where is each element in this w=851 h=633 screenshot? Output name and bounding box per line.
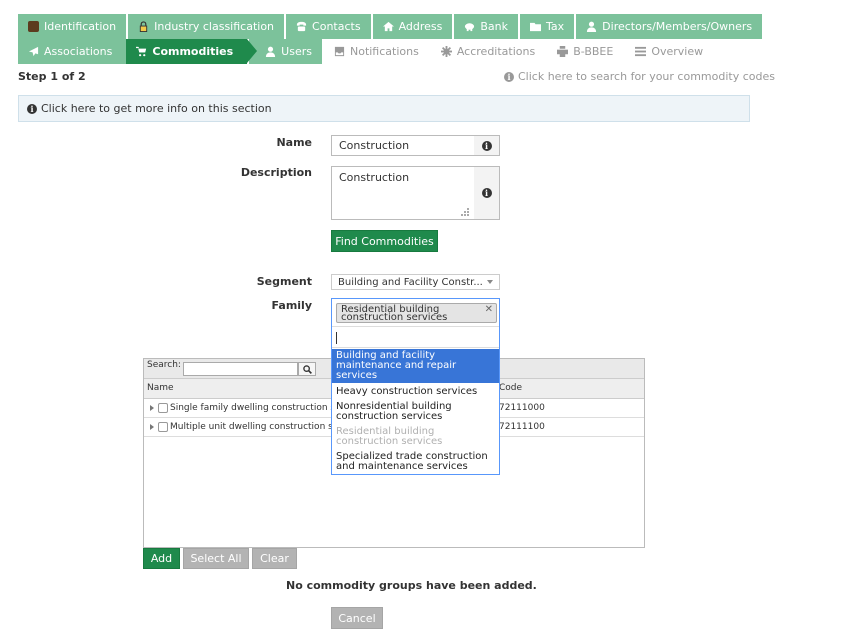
family-option[interactable]: Nonresidential building construction ser… bbox=[332, 400, 499, 424]
name-input[interactable]: Construction bbox=[331, 135, 475, 156]
plane-icon bbox=[28, 46, 39, 57]
empty-state-message: No commodity groups have been added. bbox=[286, 579, 537, 592]
tab-bank[interactable]: Bank bbox=[454, 14, 519, 39]
row-code: 72111000 bbox=[499, 403, 545, 413]
user-icon bbox=[587, 21, 597, 32]
family-multiselect[interactable]: Residential building construction servic… bbox=[331, 298, 500, 475]
tab-row-secondary: Associations Commodities Users Notificat… bbox=[18, 39, 715, 64]
bank-icon bbox=[465, 23, 475, 32]
lock-icon bbox=[139, 21, 148, 32]
tab-contacts[interactable]: Contacts bbox=[286, 14, 371, 39]
segment-label: Segment bbox=[256, 275, 312, 288]
folder-icon bbox=[530, 22, 542, 32]
inbox-icon bbox=[334, 46, 345, 57]
briefcase-icon bbox=[28, 21, 39, 32]
clear-button[interactable]: Clear bbox=[252, 548, 297, 569]
row-name: Single family dwelling construction serv… bbox=[170, 403, 353, 413]
gear-icon bbox=[440, 46, 452, 57]
tab-address[interactable]: Address bbox=[372, 14, 453, 39]
description-textarea[interactable]: Construction bbox=[331, 166, 475, 220]
row-code: 72111100 bbox=[499, 422, 545, 432]
resize-grip-icon[interactable] bbox=[460, 207, 470, 217]
tab-row-primary: Identification Industry classification C… bbox=[18, 14, 764, 39]
close-icon[interactable]: ✕ bbox=[485, 305, 493, 315]
grid-search-button[interactable] bbox=[298, 362, 316, 376]
info-icon: i bbox=[481, 188, 492, 198]
find-commodities-button[interactable]: Find Commodities bbox=[331, 230, 438, 252]
family-option: Residential building construction servic… bbox=[336, 426, 443, 447]
column-header-name[interactable]: Name bbox=[147, 383, 174, 393]
tab-bbbee[interactable]: B-BBEE bbox=[547, 39, 624, 64]
name-info-button[interactable]: i bbox=[474, 135, 500, 156]
row-checkbox[interactable] bbox=[158, 422, 168, 432]
expand-icon[interactable] bbox=[150, 424, 154, 430]
name-label: Name bbox=[276, 136, 312, 149]
info-icon: i bbox=[481, 140, 492, 151]
active-tab-arrow bbox=[247, 39, 258, 63]
cart-icon bbox=[136, 46, 147, 57]
tab-notifications[interactable]: Notifications bbox=[323, 39, 429, 64]
column-header-code[interactable]: Code bbox=[499, 383, 522, 393]
tab-overview[interactable]: Overview bbox=[625, 39, 714, 64]
tab-users[interactable]: Users bbox=[249, 39, 322, 64]
text-cursor bbox=[336, 332, 337, 344]
step-indicator: Step 1 of 2 bbox=[18, 70, 86, 83]
info-icon: i bbox=[27, 103, 37, 114]
chevron-down-icon bbox=[487, 280, 493, 284]
search-icon bbox=[302, 364, 312, 374]
family-option[interactable]: Heavy construction services bbox=[332, 385, 499, 399]
segment-select[interactable]: Building and Facility Constr... bbox=[331, 274, 500, 290]
select-all-button[interactable]: Select All bbox=[183, 548, 249, 569]
family-search-input[interactable] bbox=[332, 326, 499, 348]
tab-identification[interactable]: Identification bbox=[18, 14, 127, 39]
info-icon: i bbox=[504, 71, 514, 82]
grid-search-label: Search: bbox=[147, 360, 181, 370]
tab-commodities[interactable]: Commodities bbox=[126, 39, 258, 64]
row-checkbox[interactable] bbox=[158, 403, 168, 413]
grid-search-input[interactable] bbox=[183, 362, 298, 376]
tab-industry-classification[interactable]: Industry classification bbox=[128, 14, 285, 39]
tab-directors[interactable]: Directors/Members/Owners bbox=[576, 14, 763, 39]
list-icon bbox=[635, 46, 647, 57]
family-label: Family bbox=[271, 299, 312, 312]
tab-associations[interactable]: Associations bbox=[18, 39, 127, 64]
tab-tax[interactable]: Tax bbox=[520, 14, 575, 39]
expand-icon[interactable] bbox=[150, 405, 154, 411]
row-name: Multiple unit dwelling construction serv… bbox=[170, 422, 355, 432]
print-icon bbox=[557, 46, 569, 57]
phone-icon bbox=[296, 21, 307, 32]
section-info-bar[interactable]: i Click here to get more info on this se… bbox=[18, 95, 750, 122]
user-icon bbox=[266, 46, 276, 57]
home-icon bbox=[382, 21, 394, 32]
cancel-button[interactable]: Cancel bbox=[331, 607, 383, 629]
family-option[interactable]: Building and facility maintenance and re… bbox=[332, 349, 499, 383]
family-selected-chip[interactable]: Residential building construction servic… bbox=[336, 303, 497, 323]
description-info-button[interactable]: i bbox=[474, 166, 500, 220]
family-option[interactable]: Specialized trade construction and maint… bbox=[332, 450, 499, 474]
search-commodity-codes-link[interactable]: i Click here to search for your commodit… bbox=[504, 70, 775, 83]
description-label: Description bbox=[240, 166, 312, 179]
add-button[interactable]: Add bbox=[143, 548, 180, 569]
tab-accreditations[interactable]: Accreditations bbox=[430, 39, 546, 64]
